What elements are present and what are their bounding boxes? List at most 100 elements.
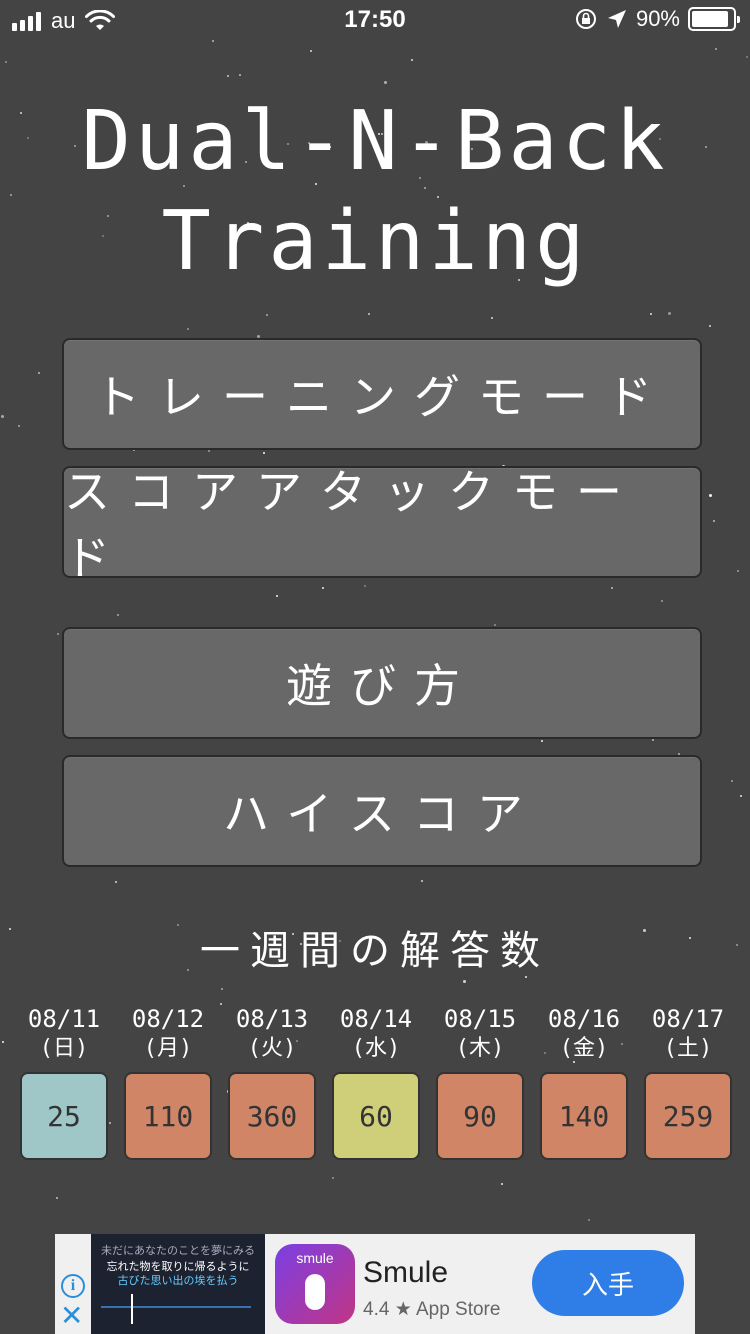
day-count-box: 60 [332, 1072, 420, 1160]
how-to-play-button[interactable]: 遊び方 [62, 627, 702, 739]
day-count-box: 110 [124, 1072, 212, 1160]
day-count-box: 140 [540, 1072, 628, 1160]
day-item: 08/11 (日) 25 [20, 1004, 108, 1160]
microphone-icon [305, 1274, 325, 1310]
ad-thumb-text-3: 古びた思い出の埃を払う [117, 1274, 239, 1287]
day-item: 08/13 (火) 360 [228, 1004, 316, 1160]
day-item: 08/14 (水) 60 [332, 1004, 420, 1160]
day-date: 08/11 [27, 1005, 101, 1033]
day-date: 08/17 [651, 1005, 725, 1033]
day-count-box: 90 [436, 1072, 524, 1160]
star [109, 1122, 111, 1124]
day-item: 08/17 (土) 259 [644, 1004, 732, 1160]
score-attack-mode-button[interactable]: スコアアタックモード [62, 465, 702, 585]
day-of-week: (日) [39, 1036, 89, 1061]
training-mode-button[interactable]: トレーニングモード [62, 338, 702, 450]
star [56, 1197, 58, 1199]
day-of-week: (月) [143, 1036, 193, 1061]
star [263, 452, 265, 454]
star [212, 40, 214, 42]
star [368, 313, 370, 315]
star [525, 976, 527, 978]
status-bar: au 17:50 90% [0, 0, 750, 40]
app-title-line2: Training [161, 194, 589, 289]
star [18, 425, 20, 427]
get-button[interactable]: 入手 [532, 1250, 684, 1316]
location-arrow-icon [607, 10, 626, 28]
star [227, 75, 229, 77]
star [661, 600, 663, 602]
ad-rating: 4.4 ★ App Store [363, 1299, 501, 1320]
star [650, 313, 652, 315]
star [709, 325, 711, 327]
day-count-box: 259 [644, 1072, 732, 1160]
star [731, 780, 733, 782]
star [411, 59, 413, 61]
star [57, 633, 59, 635]
star [1, 415, 4, 418]
app-title: Dual-N-Back Training [0, 92, 750, 292]
star [494, 624, 496, 626]
high-score-button[interactable]: ハイスコア [62, 755, 702, 867]
close-icon[interactable]: ✕ [60, 1302, 83, 1330]
star [709, 494, 712, 497]
star [2, 1041, 4, 1043]
star [421, 880, 423, 882]
star [115, 881, 117, 883]
star [208, 450, 210, 452]
orientation-lock-icon [575, 9, 596, 29]
smule-app-icon[interactable]: smule [275, 1244, 355, 1324]
waveform-line [101, 1306, 251, 1308]
battery-percent: 90% [635, 6, 680, 31]
day-item: 08/15 (木) 90 [436, 1004, 524, 1160]
star [266, 314, 268, 316]
playhead [131, 1294, 133, 1324]
star [652, 739, 654, 741]
day-count-box: 360 [228, 1072, 316, 1160]
star [5, 61, 7, 63]
star [220, 1003, 222, 1005]
star [746, 56, 748, 58]
day-date: 08/15 [443, 1005, 517, 1033]
day-date: 08/16 [547, 1005, 621, 1033]
star [38, 372, 40, 374]
ad-thumb-text-1: 未だにあなたのことを夢にみる [101, 1244, 255, 1257]
star [737, 570, 739, 572]
star [310, 50, 312, 52]
star [501, 1183, 503, 1185]
smule-icon-label: smule [296, 1250, 334, 1266]
weekly-answers-title: 一週間の解答数 [200, 928, 550, 974]
star [276, 595, 278, 597]
day-date: 08/12 [131, 1005, 205, 1033]
ad-app-name[interactable]: Smule [363, 1256, 448, 1290]
star [713, 520, 715, 522]
day-item: 08/16 (金) 140 [540, 1004, 628, 1160]
day-item: 08/12 (月) 110 [124, 1004, 212, 1160]
star [588, 1219, 590, 1221]
day-count-box: 25 [20, 1072, 108, 1160]
star [117, 614, 119, 616]
app-title-line1: Dual-N-Back [81, 94, 669, 189]
day-of-week: (金) [559, 1036, 609, 1061]
info-icon[interactable]: i [61, 1274, 85, 1298]
star [715, 48, 717, 50]
day-of-week: (木) [455, 1036, 505, 1061]
battery-icon [688, 7, 740, 31]
star [740, 795, 742, 797]
ad-banner[interactable]: i ✕ 未だにあなたのことを夢にみる 忘れた物を取りに帰るように 古びた思い出の… [55, 1234, 695, 1334]
day-date: 08/14 [339, 1005, 413, 1033]
day-of-week: (水) [351, 1036, 401, 1061]
star [668, 312, 671, 315]
star [541, 740, 543, 742]
star [491, 317, 493, 319]
day-date: 08/13 [235, 1005, 309, 1033]
star [187, 328, 189, 330]
star [332, 1177, 334, 1179]
ad-thumbnail[interactable]: 未だにあなたのことを夢にみる 忘れた物を取りに帰るように 古びた思い出の埃を払う [91, 1234, 265, 1334]
star [239, 74, 241, 76]
star [221, 988, 223, 990]
star [384, 81, 387, 84]
day-of-week: (土) [663, 1036, 713, 1061]
day-of-week: (火) [247, 1036, 297, 1061]
star [463, 980, 466, 983]
